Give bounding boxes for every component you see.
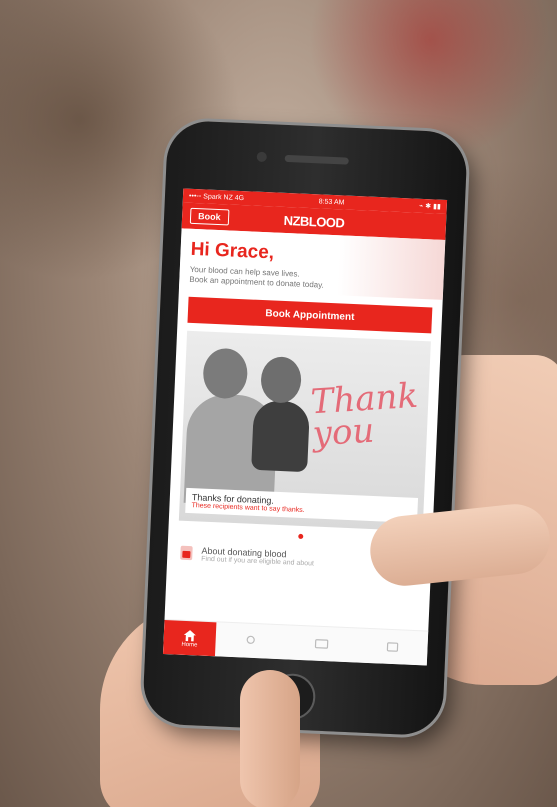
thank-you-script: Thank you	[309, 375, 420, 455]
clock: 8:53 AM	[318, 197, 345, 207]
location-icon	[246, 635, 256, 644]
tab-home[interactable]: Home	[163, 620, 217, 657]
carousel-pager-dot[interactable]	[297, 533, 303, 540]
photo-figure-woman-head	[202, 347, 249, 400]
thank-you-card[interactable]: Thank you Thanks for donating. These rec…	[178, 330, 431, 532]
left-thumb	[240, 670, 300, 807]
card-caption: Thanks for donating. These recipients wa…	[185, 487, 419, 523]
tab-locations[interactable]	[215, 622, 287, 659]
carrier-label: •••◦◦ Spark NZ 4G	[188, 192, 245, 202]
photo-figure-boy	[251, 399, 311, 473]
card-icon	[314, 639, 329, 649]
tab-menu[interactable]	[356, 628, 428, 665]
book-appointment-button[interactable]: Book Appointment	[187, 296, 433, 334]
status-indicators: ⌁ ✱ ▮▮	[418, 202, 441, 211]
tab-home-label: Home	[181, 641, 198, 649]
smartphone: •••◦◦ Spark NZ 4G 8:53 AM ⌁ ✱ ▮▮ Book NZ…	[141, 119, 469, 737]
app-screen: •••◦◦ Spark NZ 4G 8:53 AM ⌁ ✱ ▮▮ Book NZ…	[163, 188, 448, 666]
tab-card[interactable]	[286, 625, 358, 662]
blood-bag-icon	[180, 545, 193, 561]
home-icon	[183, 629, 196, 641]
photo-background: •••◦◦ Spark NZ 4G 8:53 AM ⌁ ✱ ▮▮ Book NZ…	[0, 0, 557, 807]
about-donating-text: About donating blood Find out if you are…	[201, 545, 314, 567]
bottom-tab-bar: Home	[163, 619, 429, 666]
menu-icon	[386, 642, 398, 652]
hero-section: Hi Grace, Your blood can help save lives…	[178, 228, 446, 300]
earpiece-speaker	[284, 154, 349, 165]
photo-figure-boy-head	[260, 356, 303, 404]
front-camera-icon	[256, 151, 267, 163]
